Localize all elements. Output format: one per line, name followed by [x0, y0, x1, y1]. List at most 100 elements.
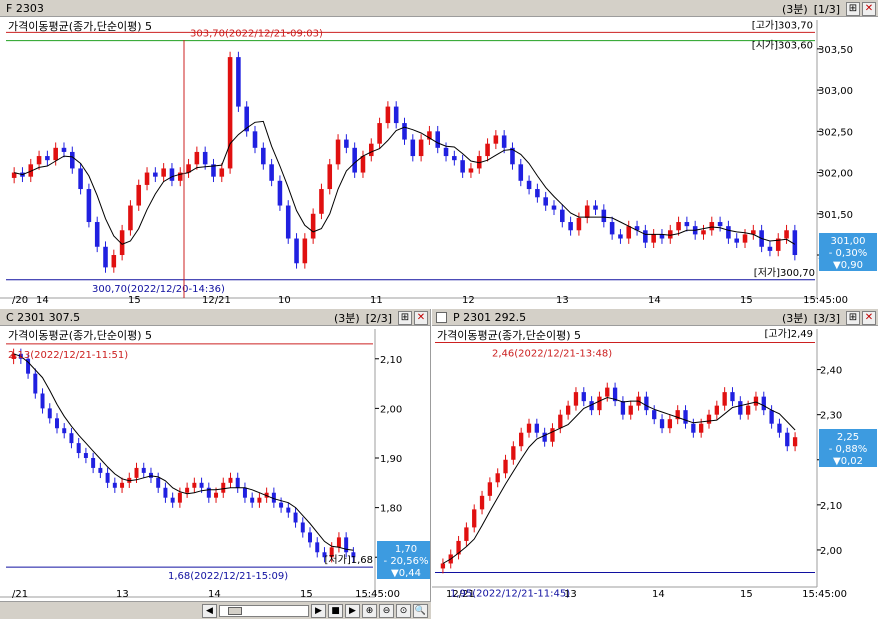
- candle-body: [221, 482, 226, 493]
- candle-body: [742, 234, 748, 243]
- candle-body: [738, 401, 743, 415]
- low-annotation: 300,70(2022/12/20-14:36): [92, 284, 225, 295]
- candle-body: [76, 443, 81, 454]
- price-tick-label: 2,40: [820, 366, 842, 377]
- candle-body: [242, 487, 247, 498]
- candle-body: [410, 139, 416, 157]
- price-tick-label: 302,50: [818, 127, 853, 138]
- time-tick-label: /20: [12, 295, 28, 306]
- candle-body: [136, 184, 142, 206]
- time-tick-label: 15: [740, 589, 753, 600]
- price-tick-label: 303,00: [818, 86, 853, 97]
- high-annotation: 2,46(2022/12/21-13:48): [492, 349, 612, 360]
- price-tick-label: 2,10: [820, 501, 842, 512]
- candle-body: [706, 414, 712, 424]
- candlestick-chart-p2301[interactable]: 2,402,302,202,102,0012/2113141515:45:00가…: [432, 309, 878, 628]
- candlestick-chart-f2303[interactable]: 303,50 303,00 302,50 302,00 301,50 301,00/20 1…: [0, 0, 878, 308]
- candle-body: [643, 230, 648, 243]
- candle-body: [659, 419, 665, 429]
- candle-body: [293, 512, 298, 523]
- candle-body: [701, 230, 706, 235]
- candle-body: [479, 495, 485, 510]
- candle-body: [558, 414, 563, 429]
- candle-body: [745, 405, 751, 415]
- candle-body: [103, 246, 108, 268]
- candle-body: [628, 405, 633, 415]
- candle-body: [618, 234, 623, 239]
- candle-body: [576, 217, 582, 231]
- candle-body: [717, 222, 723, 227]
- candle-body: [300, 522, 305, 533]
- zoom-in-icon[interactable]: ⊕: [362, 603, 377, 618]
- candle-body: [651, 234, 656, 243]
- candle-body: [753, 396, 759, 406]
- zoom-reset-icon[interactable]: ⊙: [396, 603, 411, 618]
- candle-body: [98, 467, 103, 473]
- candle-body: [485, 143, 490, 157]
- candle-body: [605, 387, 610, 397]
- ma-legend-label: 가격이동평균(종가,단순이평) 5: [437, 329, 581, 342]
- candle-body: [551, 205, 557, 210]
- candle-body: [609, 222, 615, 235]
- price-tick-label: 301,50: [818, 210, 853, 221]
- candle-body: [593, 205, 598, 210]
- candle-body: [277, 180, 283, 206]
- high-tag: [고가]303,70: [752, 19, 813, 31]
- low-annotation: 1,95(2022/12/21-11:45): [450, 588, 570, 599]
- search-icon[interactable]: 🔍: [413, 603, 428, 618]
- candle-body: [440, 563, 446, 569]
- candle-body: [460, 160, 465, 173]
- candle-body: [91, 458, 96, 468]
- candle-body: [252, 131, 258, 148]
- badge-change: ▼0,02: [833, 456, 863, 467]
- time-tick-label: 14: [208, 589, 221, 600]
- candle-body: [170, 497, 175, 503]
- candlestick-chart-c2301[interactable]: 2,10 2,00 1,90 1,80 1,70/21 13 14 15 15:45:00 가격이…: [0, 309, 431, 601]
- candle-body: [601, 209, 607, 223]
- badge-change: ▼0,90: [833, 260, 863, 271]
- candle-body: [495, 473, 500, 483]
- high-annotation: 2,13(2022/12/21-11:51): [8, 350, 128, 361]
- scroll-track[interactable]: [219, 604, 309, 617]
- candle-body: [501, 135, 507, 148]
- badge-pct: - 20,56%: [384, 556, 429, 567]
- zoom-out-icon[interactable]: ⊖: [379, 603, 394, 618]
- play-icon[interactable]: ▶: [345, 603, 360, 618]
- scroll-left-icon[interactable]: ◀: [202, 603, 217, 618]
- low-tag: [저가]300,70: [754, 267, 815, 279]
- candle-body: [302, 238, 308, 264]
- candle-body: [55, 418, 59, 429]
- candle-body: [36, 156, 42, 165]
- scroll-right-icon[interactable]: ▶: [311, 603, 326, 618]
- price-tick-label: 2,00: [380, 404, 402, 415]
- candle-body: [493, 135, 499, 144]
- price-tick-label: 1,90: [380, 454, 402, 465]
- time-tick-label: 14: [648, 295, 661, 306]
- candle-body: [336, 537, 341, 548]
- candle-body: [257, 497, 262, 503]
- candle-body: [393, 106, 399, 124]
- candle-body: [120, 482, 125, 488]
- candle-body: [792, 230, 798, 256]
- candle-body: [344, 139, 349, 148]
- stop-icon[interactable]: ■: [328, 603, 343, 618]
- candle-body: [33, 373, 38, 394]
- badge-price: 301,00: [831, 236, 866, 247]
- candle-body: [468, 168, 474, 173]
- candle-body: [148, 472, 153, 478]
- price-tick-label: 302,00: [818, 169, 853, 180]
- price-tick-label: 2,30: [820, 411, 842, 422]
- candle-body: [327, 164, 333, 190]
- candle-body: [726, 226, 731, 239]
- candle-body: [286, 507, 291, 513]
- candle-body: [279, 502, 284, 508]
- scroll-thumb[interactable]: [228, 606, 242, 615]
- time-tick-label: 15:45:00: [803, 295, 848, 306]
- candle-body: [308, 532, 312, 543]
- candle-body: [219, 168, 225, 177]
- time-tick-label: 13: [116, 589, 129, 600]
- candle-body: [45, 156, 50, 161]
- candle-body: [464, 527, 469, 541]
- time-tick-label: 11: [370, 295, 383, 306]
- candle-body: [134, 467, 139, 478]
